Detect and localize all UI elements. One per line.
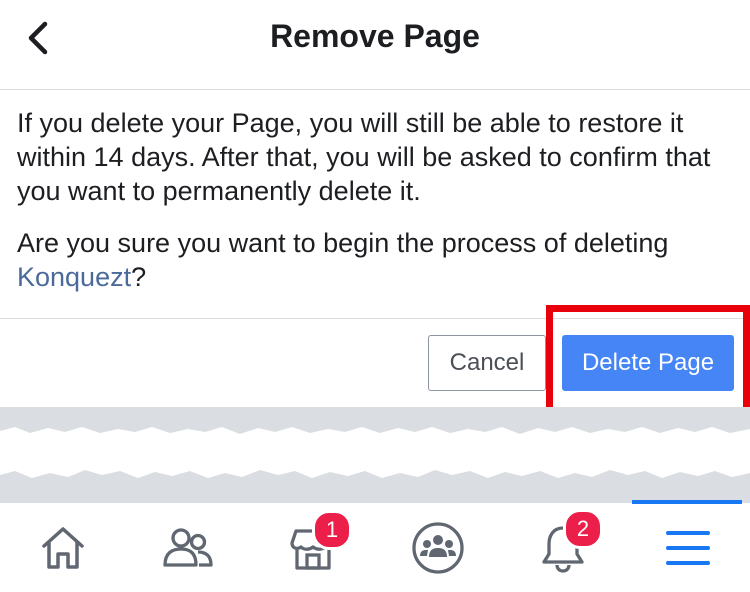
tab-menu[interactable] — [625, 503, 750, 592]
header-bar: Remove Page — [0, 0, 750, 90]
dialog-content: If you delete your Page, you will still … — [17, 106, 737, 294]
tab-friends[interactable] — [125, 503, 250, 592]
marketplace-badge: 1 — [312, 510, 352, 550]
notifications-badge: 2 — [563, 509, 603, 549]
home-icon — [41, 526, 84, 569]
divider — [0, 318, 750, 319]
tab-groups[interactable] — [375, 503, 500, 592]
tab-marketplace[interactable]: 1 — [250, 503, 375, 592]
confirmation-question: Are you sure you want to begin the proce… — [17, 226, 737, 294]
friends-icon — [162, 527, 213, 567]
menu-icon — [665, 530, 710, 565]
question-mark: ? — [131, 262, 147, 292]
question-text: Are you sure you want to begin the proce… — [17, 228, 669, 258]
delete-page-button[interactable]: Delete Page — [562, 335, 734, 391]
tab-notifications[interactable]: 2 — [500, 503, 625, 592]
cancel-button[interactable]: Cancel — [428, 335, 546, 391]
tab-home[interactable] — [0, 503, 125, 592]
delete-info-text: If you delete your Page, you will still … — [17, 108, 711, 206]
page-title: Remove Page — [270, 18, 480, 54]
bottom-tab-bar: 1 2 — [0, 500, 750, 592]
groups-icon — [411, 521, 464, 574]
torn-paper-divider — [0, 407, 750, 502]
page-name-link[interactable]: Konquezt — [17, 262, 131, 292]
